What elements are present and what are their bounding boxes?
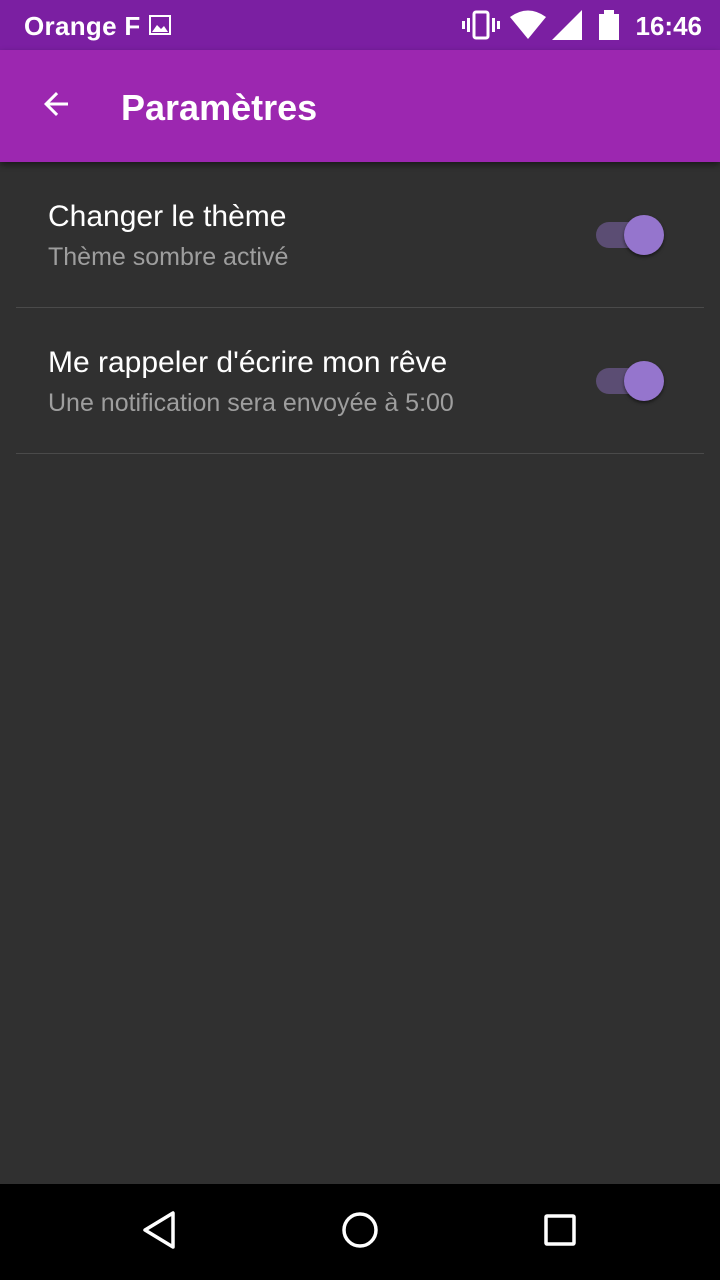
app-bar: Paramètres	[0, 50, 720, 162]
nav-back-button[interactable]	[132, 1204, 188, 1260]
nav-home-button[interactable]	[332, 1204, 388, 1260]
home-circle-icon	[340, 1210, 380, 1255]
arrow-back-icon	[38, 86, 74, 127]
preference-summary: Une notification sera envoyée à 5:00	[48, 389, 454, 417]
preference-theme[interactable]: Changer le thème Thème sombre activé	[0, 162, 720, 308]
status-bar: Orange F 16:46	[0, 0, 720, 50]
switch-thumb	[624, 361, 664, 401]
carrier-name: Orange F	[24, 11, 141, 41]
vibrate-icon	[462, 10, 500, 45]
page-title: Paramètres	[121, 87, 318, 128]
preferences-list: Changer le thème Thème sombre activé Me …	[0, 162, 720, 1184]
navigation-bar	[0, 1184, 720, 1280]
preference-title: Changer le thème	[48, 200, 287, 233]
image-icon	[148, 13, 172, 37]
signal-icon	[552, 10, 584, 45]
reminder-switch[interactable]	[594, 358, 668, 402]
divider	[16, 453, 704, 454]
nav-recents-button[interactable]	[532, 1204, 588, 1260]
back-triangle-icon	[140, 1210, 180, 1255]
clock: 16:46	[635, 11, 703, 41]
preference-summary: Thème sombre activé	[48, 243, 289, 271]
wifi-icon	[510, 10, 546, 45]
preference-dream-reminder[interactable]: Me rappeler d'écrire mon rêve Une notifi…	[0, 308, 720, 454]
recents-square-icon	[540, 1210, 580, 1255]
preference-title: Me rappeler d'écrire mon rêve	[48, 346, 448, 379]
theme-switch[interactable]	[594, 212, 668, 256]
back-button[interactable]	[28, 78, 84, 134]
switch-thumb	[624, 215, 664, 255]
battery-icon	[598, 10, 620, 45]
